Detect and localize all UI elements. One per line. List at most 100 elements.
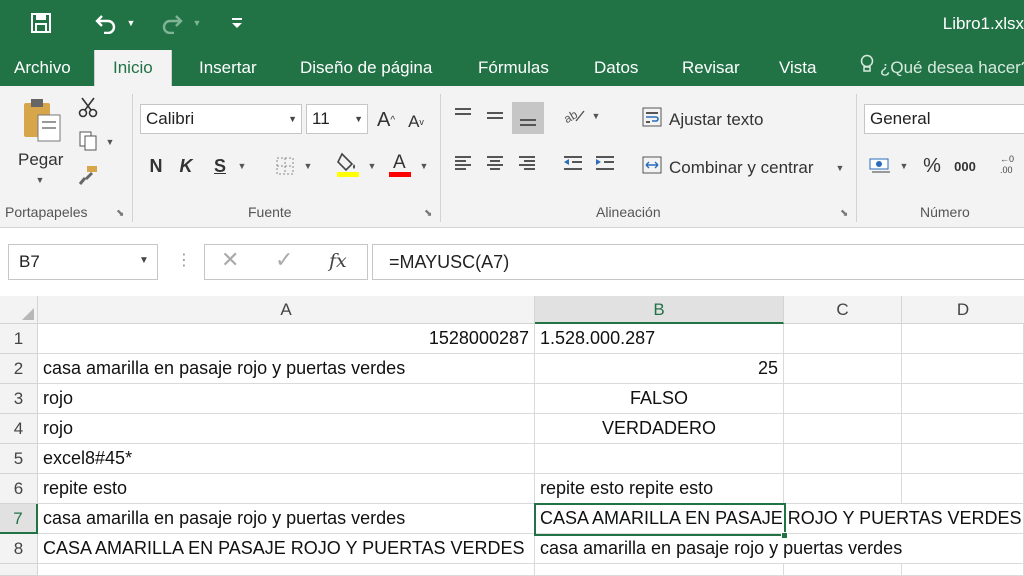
cell-a3[interactable]: rojo: [38, 384, 535, 414]
cell-b1[interactable]: 1.528.000.287: [535, 324, 784, 354]
save-icon[interactable]: [24, 8, 58, 38]
cell-a4[interactable]: rojo: [38, 414, 535, 444]
accounting-dropdown-icon[interactable]: ▼: [898, 160, 910, 172]
borders-dropdown-icon[interactable]: ▼: [302, 160, 314, 172]
cell-a7[interactable]: casa amarilla en pasaje rojo y puertas v…: [38, 504, 535, 534]
font-size-select[interactable]: 11 ▼: [306, 104, 368, 134]
column-header-d[interactable]: D: [902, 296, 1024, 324]
align-center-icon[interactable]: [482, 150, 508, 176]
tab-formulas[interactable]: Fórmulas: [478, 46, 549, 86]
insert-function-icon[interactable]: fx: [329, 250, 347, 272]
cell-c3[interactable]: [784, 384, 902, 414]
fill-color-dropdown-icon[interactable]: ▼: [366, 160, 378, 172]
cut-icon[interactable]: [74, 94, 102, 120]
undo-icon[interactable]: [86, 8, 126, 38]
italic-button[interactable]: K: [174, 152, 198, 180]
underline-button[interactable]: S: [208, 152, 232, 180]
undo-dropdown-icon[interactable]: ▼: [124, 8, 138, 38]
cell-d4[interactable]: [902, 414, 1024, 444]
tab-datos[interactable]: Datos: [594, 46, 638, 86]
cell-a5[interactable]: excel8#45*: [38, 444, 535, 474]
fill-color-icon[interactable]: [334, 148, 362, 180]
row-header[interactable]: 2: [0, 354, 38, 384]
cell-d9[interactable]: [902, 564, 1024, 576]
enter-icon[interactable]: ✓: [275, 247, 293, 273]
font-name-select[interactable]: Calibri ▼: [140, 104, 302, 134]
row-header[interactable]: 1: [0, 324, 38, 354]
cell-c1[interactable]: [784, 324, 902, 354]
cell-a8[interactable]: CASA AMARILLA EN PASAJE ROJO Y PUERTAS V…: [38, 534, 535, 564]
tab-inicio[interactable]: Inicio: [94, 50, 172, 86]
cell-b5[interactable]: [535, 444, 784, 474]
column-header-a[interactable]: A: [38, 296, 535, 324]
cell-c9[interactable]: [784, 564, 902, 576]
redo-icon[interactable]: [152, 8, 192, 38]
merge-dropdown-icon[interactable]: ▼: [834, 162, 846, 174]
row-header[interactable]: 3: [0, 384, 38, 414]
format-painter-icon[interactable]: [74, 162, 102, 188]
number-format-select[interactable]: General: [864, 104, 1024, 134]
row-header[interactable]: 6: [0, 474, 38, 504]
clipboard-launcher-icon[interactable]: ⬊: [116, 208, 124, 219]
copy-icon[interactable]: [74, 128, 102, 154]
accounting-format-icon[interactable]: [866, 150, 894, 178]
cell-b3[interactable]: FALSO: [535, 384, 784, 414]
alignment-launcher-icon[interactable]: ⬊: [840, 208, 848, 219]
cell-c5[interactable]: [784, 444, 902, 474]
column-header-c[interactable]: C: [784, 296, 902, 324]
fill-handle[interactable]: [781, 532, 788, 539]
underline-dropdown-icon[interactable]: ▼: [236, 160, 248, 172]
copy-dropdown-icon[interactable]: ▼: [104, 136, 116, 148]
row-header[interactable]: [0, 564, 38, 576]
row-header[interactable]: 4: [0, 414, 38, 444]
cell-d5[interactable]: [902, 444, 1024, 474]
tab-diseno-pagina[interactable]: Diseño de página: [300, 46, 432, 86]
orientation-dropdown-icon[interactable]: ▼: [590, 110, 602, 122]
cell-a1[interactable]: 1528000287: [38, 324, 535, 354]
font-color-icon[interactable]: A: [386, 148, 414, 180]
cell-b8[interactable]: casa amarilla en pasaje rojo y puertas v…: [535, 534, 902, 564]
cell-b2[interactable]: 25: [535, 354, 784, 384]
wrap-text-button[interactable]: Ajustar texto: [669, 110, 764, 130]
paste-dropdown-icon[interactable]: ▼: [34, 174, 46, 186]
orientation-icon[interactable]: ab: [560, 102, 588, 128]
font-color-dropdown-icon[interactable]: ▼: [418, 160, 430, 172]
cell-d2[interactable]: [902, 354, 1024, 384]
cell-c2[interactable]: [784, 354, 902, 384]
align-top-icon[interactable]: [450, 102, 476, 128]
cell-d1[interactable]: [902, 324, 1024, 354]
cell-a2[interactable]: casa amarilla en pasaje rojo y puertas v…: [38, 354, 535, 384]
increase-decimal-icon[interactable]: ←0.00: [996, 150, 1024, 178]
wrap-text-icon[interactable]: [640, 104, 664, 130]
percent-button[interactable]: %: [918, 152, 946, 180]
align-middle-icon[interactable]: [482, 102, 508, 128]
row-header[interactable]: 8: [0, 534, 38, 564]
tab-revisar[interactable]: Revisar: [682, 46, 740, 86]
cell-d8[interactable]: [902, 534, 1024, 564]
chevron-down-icon[interactable]: ▼: [134, 244, 154, 278]
paste-icon[interactable]: [18, 96, 66, 144]
formula-input[interactable]: =MAYUSC(A7): [372, 244, 1024, 280]
cell-b7[interactable]: CASA AMARILLA EN PASAJE ROJO Y PUERTAS V…: [535, 504, 1022, 534]
tab-insertar[interactable]: Insertar: [199, 46, 257, 86]
align-right-icon[interactable]: [514, 150, 540, 176]
cell-d3[interactable]: [902, 384, 1024, 414]
shrink-font-icon[interactable]: Av: [404, 108, 428, 136]
cell-c4[interactable]: [784, 414, 902, 444]
borders-icon[interactable]: [272, 152, 298, 180]
cell-b9[interactable]: [535, 564, 784, 576]
row-header[interactable]: 5: [0, 444, 38, 474]
tell-me-box[interactable]: ¿Qué desea hacer?: [860, 46, 1024, 86]
grow-font-icon[interactable]: A ^: [374, 106, 398, 134]
cancel-icon[interactable]: ✕: [221, 247, 239, 273]
align-bottom-icon[interactable]: [512, 102, 544, 134]
cell-b4[interactable]: VERDADERO: [535, 414, 784, 444]
column-header-b[interactable]: B: [535, 296, 784, 324]
select-all-button[interactable]: [0, 296, 38, 324]
tab-vista[interactable]: Vista: [779, 46, 817, 86]
tab-archivo[interactable]: Archivo: [14, 46, 71, 86]
row-header[interactable]: 7: [0, 504, 38, 534]
align-left-icon[interactable]: [450, 150, 476, 176]
font-launcher-icon[interactable]: ⬊: [424, 208, 432, 219]
decrease-indent-icon[interactable]: [560, 150, 586, 176]
